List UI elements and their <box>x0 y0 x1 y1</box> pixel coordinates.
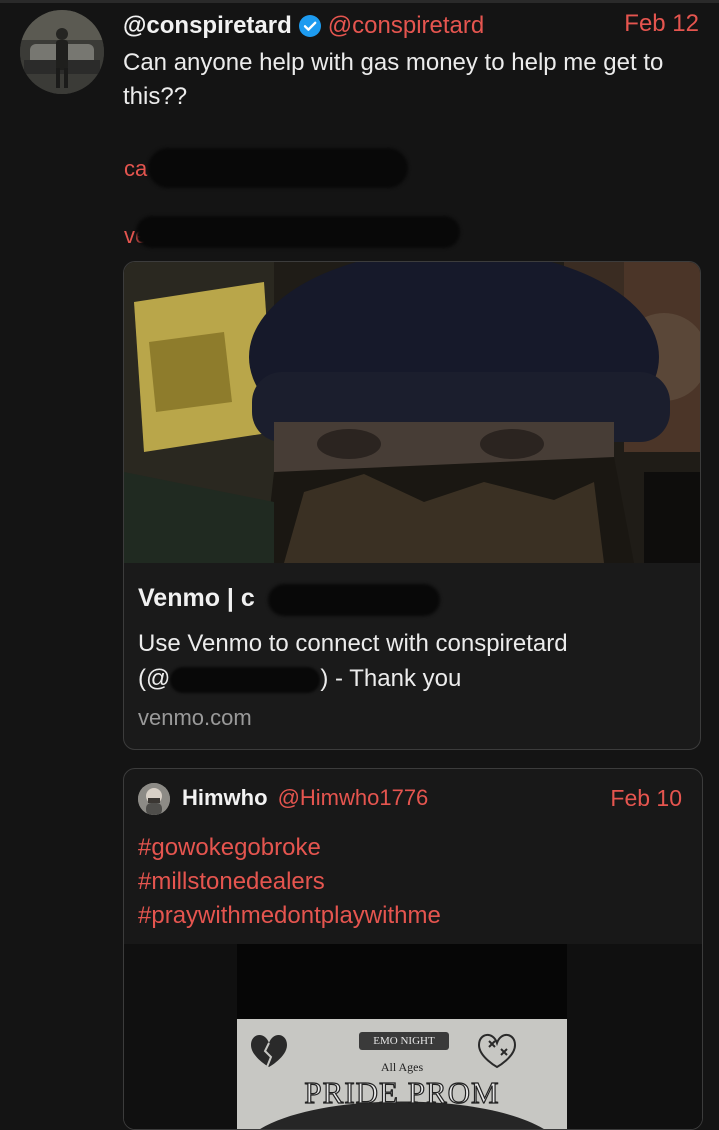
venmo-link-card[interactable]: Venmo | c Use Venmo to connect with cons… <box>123 261 701 750</box>
quoted-avatar-image <box>138 783 170 815</box>
description-line-2: (@ ) - Thank you <box>138 661 678 696</box>
poster-badge: EMO NIGHT <box>359 1032 449 1050</box>
redaction-mark <box>136 216 460 248</box>
top-divider <box>0 0 719 3</box>
post-header: @conspiretard @conspiretard Feb 12 <box>123 8 703 44</box>
quoted-post[interactable]: Himwho @Himwho1776 Feb 10 #gowokegobroke… <box>123 768 703 1130</box>
description-prefix: (@ <box>138 665 171 692</box>
description-line-1: Use Venmo to connect with conspiretard <box>138 630 568 657</box>
quoted-author-handle[interactable]: @Himwho1776 <box>278 785 429 811</box>
hashtag-link[interactable]: #millstonedealers <box>138 865 441 899</box>
post-text: Can anyone help with gas money to help m… <box>123 49 664 110</box>
quoted-post-media[interactable]: EMO NIGHT All Ages PRIDE PROM <box>124 944 702 1129</box>
redacted-link-line-1[interactable]: ca <box>124 156 147 182</box>
link-card-description: Use Venmo to connect with conspiretard (… <box>138 626 678 696</box>
link-card-title[interactable]: Venmo | c <box>138 584 255 613</box>
quoted-post-header: Himwho @Himwho1776 Feb 10 <box>182 785 692 811</box>
author-handle[interactable]: @conspiretard <box>328 12 484 40</box>
author-avatar[interactable] <box>20 10 104 94</box>
avatar-image <box>20 10 104 94</box>
hashtag-link[interactable]: #praywithmedontplaywithme <box>138 899 441 933</box>
verified-badge-icon <box>298 15 321 37</box>
description-suffix: ) - Thank you <box>320 665 462 692</box>
author-display-name[interactable]: @conspiretard <box>123 12 292 40</box>
redaction-mark <box>170 666 321 693</box>
hashtag-link[interactable]: #gowokegobroke <box>138 831 441 865</box>
pride-prom-poster: EMO NIGHT All Ages PRIDE PROM <box>237 1019 567 1129</box>
redaction-mark <box>268 584 440 616</box>
quoted-author-avatar[interactable] <box>138 783 170 815</box>
poster-subtitle: All Ages <box>380 1060 424 1074</box>
link-card-domain: venmo.com <box>138 705 252 730</box>
hashtag-list: #gowokegobroke #millstonedealers #praywi… <box>138 831 441 933</box>
poster-headline: PRIDE PROM <box>304 1074 500 1110</box>
quoted-author-name[interactable]: Himwho <box>182 785 268 811</box>
link-preview-image <box>124 262 700 563</box>
redaction-mark <box>148 148 408 188</box>
quoted-post-date[interactable]: Feb 10 <box>610 785 682 812</box>
post-date[interactable]: Feb 12 <box>624 10 699 38</box>
